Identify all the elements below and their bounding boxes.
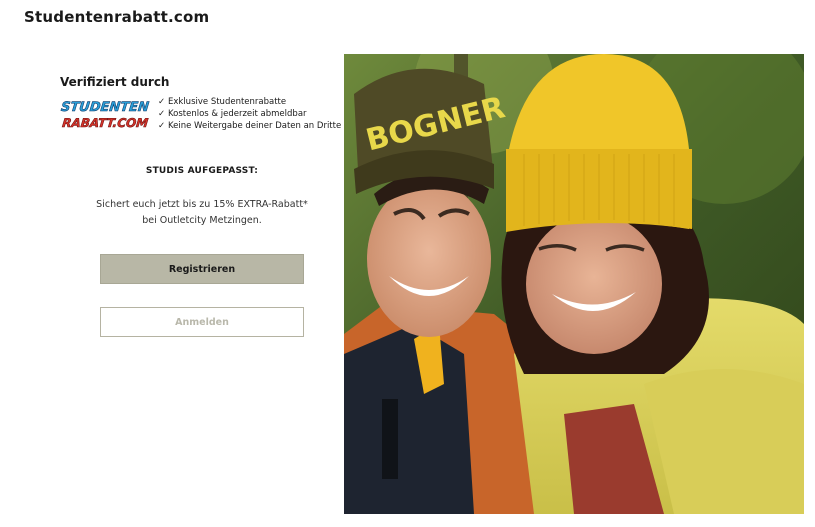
benefit-item: ✓ Keine Weitergabe deiner Daten an Dritte [158, 121, 342, 131]
benefits-list: ✓ Exklusive Studentenrabatte ✓ Kostenlos &… [158, 96, 341, 132]
logo-line2: RABATT.COM [62, 116, 149, 130]
logo-line1: STUDENTEN [60, 100, 150, 115]
login-button[interactable]: Anmelden [100, 307, 304, 337]
register-button[interactable]: Registrieren [100, 254, 304, 284]
studentenrabatt-logo: STUDENTEN RABATT.COM [60, 97, 152, 131]
hero-photo: BOGNER [344, 54, 804, 514]
site-brand: Studentenrabatt.com [24, 8, 210, 26]
checkmark-icon: ✓ [158, 121, 166, 131]
benefit-item: ✓ Exklusive Studentenrabatte [158, 97, 287, 107]
checkmark-icon: ✓ [158, 97, 166, 107]
promo-text: Sichert euch jetzt bis zu 15% EXTRA-Raba… [90, 197, 314, 229]
benefit-item: ✓ Kostenlos & jederzeit abmeldbar [158, 109, 307, 119]
promo-line1: Sichert euch jetzt bis zu 15% EXTRA-Raba… [96, 199, 308, 210]
checkmark-icon: ✓ [158, 109, 166, 119]
verified-by-heading: Verifiziert durch [60, 75, 170, 89]
promo-line2: bei Outletcity Metzingen. [142, 215, 262, 226]
promo-heading: STUDIS AUFGEPASST: [145, 166, 259, 176]
